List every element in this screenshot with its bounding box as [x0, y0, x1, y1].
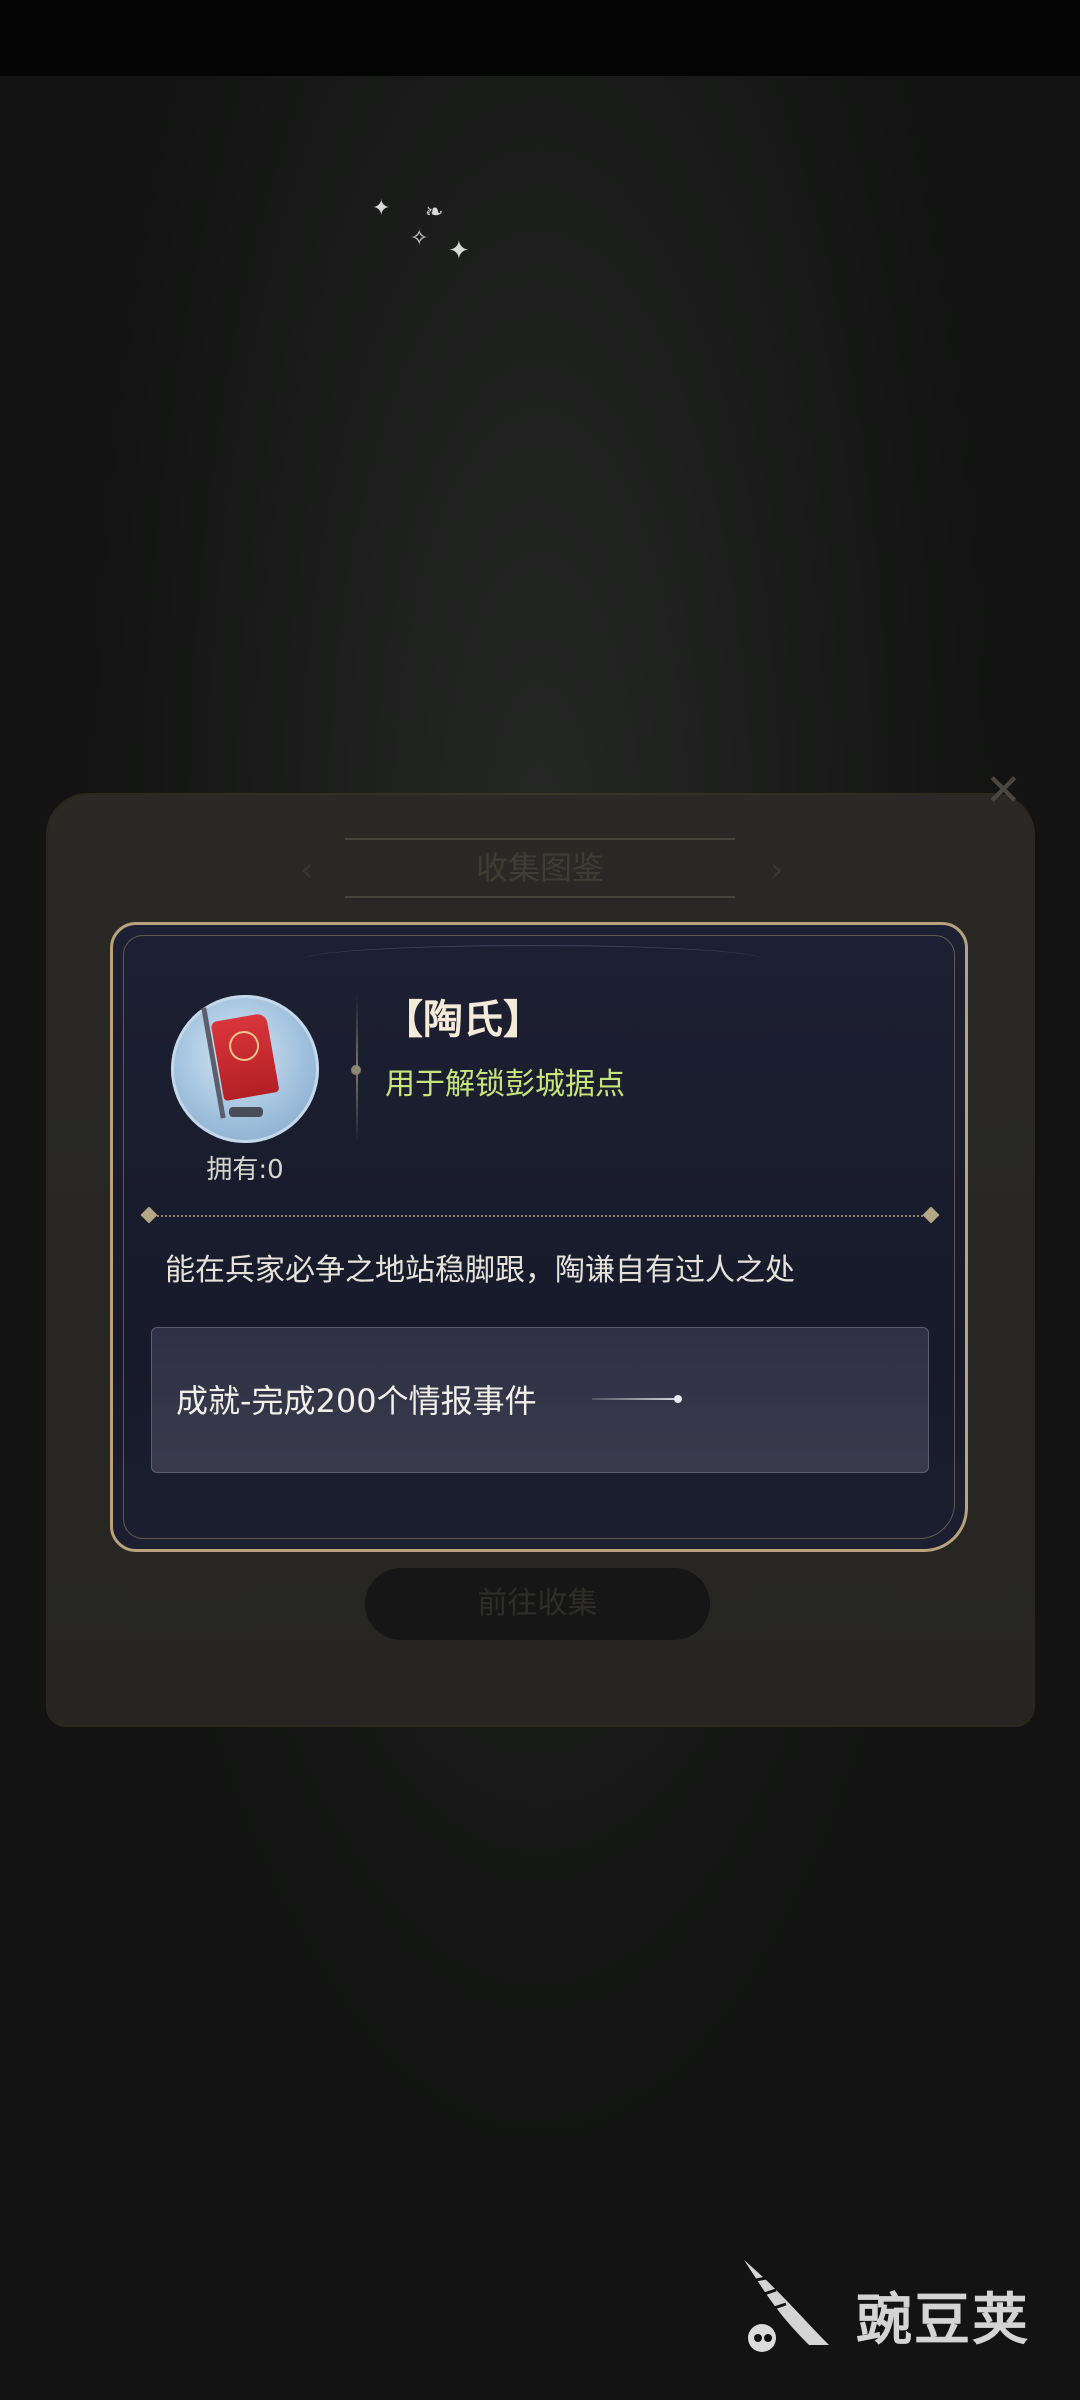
wandoujia-logo-icon: [744, 2260, 829, 2352]
status-bar: [0, 0, 1080, 76]
red-banner-icon: [171, 995, 319, 1143]
background-panel-button[interactable]: 前往收集: [365, 1568, 710, 1640]
chevron-right-icon: ›: [770, 850, 784, 890]
watermark-text: 豌豆荚: [856, 2288, 1030, 2353]
source-entry[interactable]: 成就-完成200个情报事件: [151, 1327, 929, 1473]
sparkle-decoration: ❧: [425, 200, 444, 225]
item-name: 【陶氏】: [383, 996, 543, 1043]
divider-dot: [351, 1065, 361, 1075]
banner-cloth: [210, 1012, 280, 1102]
source-label: 成就-完成200个情报事件: [176, 1382, 537, 1420]
owned-count: 拥有:0: [206, 1155, 284, 1185]
item-description: 能在兵家必争之地站稳脚跟，陶谦自有过人之处: [165, 1253, 795, 1288]
banner-emblem: [225, 1027, 263, 1065]
sparkle-decoration: ✧: [410, 226, 429, 251]
horizontal-divider: [149, 1215, 931, 1217]
close-icon[interactable]: ✕: [985, 765, 1022, 816]
item-detail-dialog: 拥有:0 【陶氏】 用于解锁彭城据点 能在兵家必争之地站稳脚跟，陶谦自有过人之处…: [110, 922, 968, 1552]
sparkle-decoration: ✦: [372, 196, 391, 221]
chevron-left-icon: ‹: [300, 850, 314, 890]
item-usage: 用于解锁彭城据点: [385, 1067, 625, 1102]
source-arrow-icon: [592, 1395, 682, 1403]
decorative-swirl: [303, 945, 763, 974]
background-panel-title: 收集图鉴: [345, 838, 735, 898]
sparkle-decoration: ✦: [448, 236, 470, 266]
banner-base: [229, 1107, 263, 1117]
